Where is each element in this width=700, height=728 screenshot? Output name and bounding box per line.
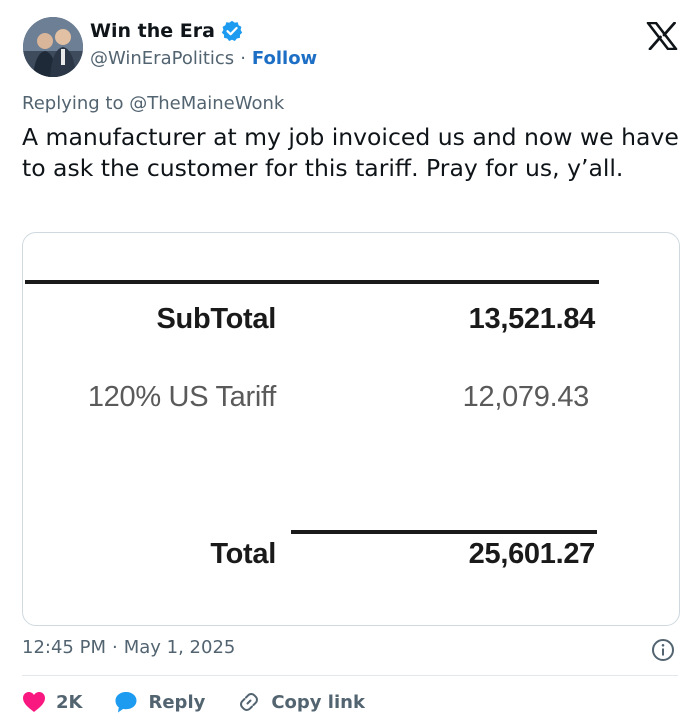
- reply-bubble-icon: [114, 690, 138, 714]
- like-count: 2K: [56, 691, 83, 713]
- follow-button[interactable]: Follow: [252, 48, 317, 69]
- info-icon[interactable]: [651, 638, 675, 662]
- author-name[interactable]: Win the Era: [90, 20, 215, 42]
- tariff-label: 120% US Tariff: [87, 381, 276, 413]
- x-logo-icon[interactable]: [646, 21, 678, 51]
- author-handle[interactable]: @WinEraPolitics: [90, 48, 234, 69]
- heart-icon: [22, 691, 46, 713]
- tweet-time: 12:45 PM: [22, 637, 106, 658]
- tweet-text: A manufacturer at my job invoiced us and…: [22, 123, 679, 182]
- link-icon: [237, 690, 261, 714]
- tweet-card: Win the Era @WinEraPolitics · Follow Rep…: [0, 0, 700, 728]
- reply-label: Reply: [148, 691, 206, 713]
- total-value: 25,601.27: [468, 538, 596, 570]
- author-row: Win the Era: [90, 20, 243, 42]
- tariff-value: 12,079.43: [462, 381, 590, 413]
- avatar[interactable]: [23, 17, 83, 77]
- handle-row: @WinEraPolitics · Follow: [90, 48, 317, 69]
- copy-link-label: Copy link: [271, 691, 365, 713]
- handle-separator: ·: [240, 48, 246, 69]
- like-button[interactable]: 2K: [22, 691, 82, 713]
- replying-to-handle[interactable]: @TheMaineWonk: [129, 93, 284, 114]
- verified-badge-icon: [221, 20, 243, 42]
- divider: [22, 675, 678, 676]
- action-bar: 2K Reply Copy link: [22, 688, 397, 716]
- replying-to: Replying to @TheMaineWonk: [22, 93, 284, 114]
- reply-button[interactable]: Reply: [114, 690, 205, 714]
- subtotal-value: 13,521.84: [468, 303, 596, 335]
- subtotal-label: SubTotal: [156, 303, 277, 335]
- timestamp[interactable]: 12:45 PM · May 1, 2025: [22, 637, 235, 658]
- replying-to-prefix: Replying to: [22, 93, 124, 114]
- timestamp-separator: ·: [111, 637, 118, 658]
- invoice-top-rule: [25, 280, 599, 284]
- total-label: Total: [210, 538, 276, 570]
- copy-link-button[interactable]: Copy link: [237, 690, 365, 714]
- tweet-date: May 1, 2025: [123, 637, 236, 658]
- invoice-image[interactable]: SubTotal 13,521.84 120% US Tariff 12,079…: [22, 232, 680, 626]
- invoice-total-rule: [291, 530, 597, 534]
